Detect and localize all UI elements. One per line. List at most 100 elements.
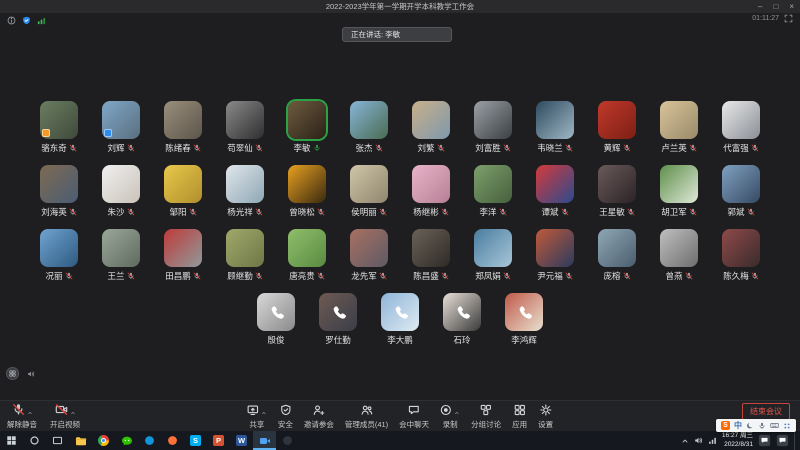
participant-tile[interactable]: 刘富胜 xyxy=(465,101,522,153)
toolbar-chat-button[interactable]: 会中聊天 xyxy=(399,405,429,430)
chevron-up-icon[interactable] xyxy=(27,403,33,421)
participant-tile[interactable]: 龙先军 xyxy=(341,229,398,281)
participant-tile[interactable]: 庞榕 xyxy=(589,229,646,281)
toolbar-members-button[interactable]: 管理成员(41) xyxy=(345,405,388,430)
notification-chat-icon-2[interactable] xyxy=(776,434,789,447)
participant-tile[interactable]: 黄辉 xyxy=(589,101,646,153)
show-desktop-button[interactable] xyxy=(794,431,797,450)
tray-expand-icon[interactable] xyxy=(681,437,689,445)
participant-tile[interactable]: 朱沙 xyxy=(93,165,150,217)
participant-tile[interactable]: 卢兰英 xyxy=(651,101,708,153)
participant-avatar xyxy=(164,101,202,139)
participant-tile[interactable]: 郭斌 xyxy=(713,165,770,217)
participant-tile[interactable]: 唐亮贵 xyxy=(279,229,336,281)
participant-tile[interactable]: 王兰 xyxy=(93,229,150,281)
participant-name: 杨继彬 xyxy=(413,206,439,218)
toolbar-breakout-button[interactable]: 分组讨论 xyxy=(471,405,501,430)
participant-tile[interactable]: 田昌鹏 xyxy=(155,229,212,281)
maximize-button[interactable]: □ xyxy=(773,3,778,11)
fullscreen-icon[interactable] xyxy=(784,14,793,23)
participant-tile[interactable]: 谭斌 xyxy=(527,165,584,217)
participant-tile[interactable]: 顾继勤 xyxy=(217,229,274,281)
taskbar-recorder[interactable] xyxy=(276,431,299,450)
chevron-up-icon[interactable] xyxy=(261,403,267,421)
participant-tile[interactable]: 杨继彬 xyxy=(403,165,460,217)
participant-tile[interactable]: 罗仕勤 xyxy=(310,293,367,345)
participant-avatar xyxy=(536,101,574,139)
participant-tile[interactable]: 刘辉 xyxy=(93,101,150,153)
participant-tile[interactable]: 李敏 xyxy=(279,101,336,153)
volume-icon[interactable] xyxy=(694,436,703,445)
participant-tile[interactable]: 石玲 xyxy=(434,293,491,345)
record-icon xyxy=(440,403,452,421)
toolbar-label: 共享 xyxy=(249,419,264,430)
participant-tile[interactable]: 殷俊 xyxy=(248,293,305,345)
toolbox-icon[interactable] xyxy=(783,422,791,430)
participant-tile[interactable]: 况丽 xyxy=(31,229,88,281)
layout-toggle-icon[interactable] xyxy=(6,367,19,380)
network-icon[interactable] xyxy=(708,436,717,445)
mic-icon[interactable] xyxy=(758,422,766,430)
participant-tile[interactable]: 尹元福 xyxy=(527,229,584,281)
participant-tile[interactable]: 代富强 xyxy=(713,101,770,153)
taskbar-chrome[interactable] xyxy=(92,431,115,450)
participant-tile[interactable]: 李鸿辉 xyxy=(496,293,553,345)
participant-tile[interactable]: 曾燕 xyxy=(651,229,708,281)
participant-tile[interactable]: 陈昌盛 xyxy=(403,229,460,281)
participant-tile[interactable]: 李洋 xyxy=(465,165,522,217)
taskbar-firefox[interactable] xyxy=(161,431,184,450)
participant-tile[interactable]: 胡卫军 xyxy=(651,165,708,217)
toolbar-record-button[interactable]: 录制 xyxy=(440,405,460,430)
toolbar-invite-button[interactable]: 邀请参会 xyxy=(304,405,334,430)
toolbar-apps-button[interactable]: 应用 xyxy=(512,405,527,430)
chevron-up-icon[interactable] xyxy=(454,403,460,421)
participant-tile[interactable]: 侯明丽 xyxy=(341,165,398,217)
participant-tile[interactable]: 骆东奇 xyxy=(31,101,88,153)
end-meeting-button[interactable]: 结束会议 xyxy=(742,403,790,420)
toolbar-micOff-button[interactable]: 解除静音 xyxy=(7,405,37,430)
toolbar-label: 邀请参会 xyxy=(304,419,334,430)
participant-tile[interactable]: 刘海英 xyxy=(31,165,88,217)
taskbar-task-view-button[interactable] xyxy=(46,431,69,450)
close-button[interactable]: × xyxy=(789,3,794,11)
taskbar-search-button[interactable] xyxy=(23,431,46,450)
taskbar-meeting-app[interactable] xyxy=(253,431,276,450)
participant-tile[interactable]: 韦晓兰 xyxy=(527,101,584,153)
toolbar-shield-button[interactable]: 安全 xyxy=(278,405,293,430)
taskbar-clock[interactable]: 16:27 周三 2022/8/31 xyxy=(722,432,753,448)
participant-tile[interactable]: 曾晓松 xyxy=(279,165,336,217)
participant-tile[interactable]: 李大鹏 xyxy=(372,293,429,345)
notification-chat-icon-1[interactable] xyxy=(758,434,771,447)
participant-tile[interactable]: 杨光祥 xyxy=(217,165,274,217)
meeting-info-icon[interactable] xyxy=(7,16,16,25)
taskbar-powerpoint[interactable]: P xyxy=(207,431,230,450)
taskbar-qq[interactable] xyxy=(138,431,161,450)
taskbar-wechat[interactable] xyxy=(115,431,138,450)
participant-name: 曾燕 xyxy=(665,270,682,282)
toolbar-gear-button[interactable]: 设置 xyxy=(538,405,553,430)
audio-status-icon[interactable] xyxy=(27,370,35,378)
meeting-protect-shield-icon[interactable] xyxy=(22,16,31,25)
ime-logo-icon[interactable]: S xyxy=(721,421,730,430)
keyboard-icon[interactable] xyxy=(770,421,779,430)
ime-mode-icon[interactable]: 中 xyxy=(734,422,742,430)
participant-tile[interactable]: 陈久梅 xyxy=(713,229,770,281)
minimize-button[interactable]: – xyxy=(758,3,762,11)
participant-tile[interactable]: 王星敏 xyxy=(589,165,646,217)
toolbar-camOff-button[interactable]: 开启视频 xyxy=(50,405,80,430)
moon-icon[interactable] xyxy=(746,422,754,430)
participant-tile[interactable]: 郑凤娟 xyxy=(465,229,522,281)
chevron-up-icon[interactable] xyxy=(70,403,76,421)
participant-tile[interactable]: 陈绪春 xyxy=(155,101,212,153)
participant-tile[interactable]: 张杰 xyxy=(341,101,398,153)
participant-avatar xyxy=(598,229,636,267)
toolbar-share-button[interactable]: 共享 xyxy=(247,405,267,430)
taskbar-start-button[interactable] xyxy=(0,431,23,450)
taskbar-skype[interactable]: S xyxy=(184,431,207,450)
taskbar-file-explorer[interactable] xyxy=(69,431,92,450)
participant-avatar xyxy=(226,229,264,267)
participant-tile[interactable]: 苟翠仙 xyxy=(217,101,274,153)
participant-tile[interactable]: 刘繁 xyxy=(403,101,460,153)
taskbar-word[interactable]: W xyxy=(230,431,253,450)
participant-tile[interactable]: 邹阳 xyxy=(155,165,212,217)
